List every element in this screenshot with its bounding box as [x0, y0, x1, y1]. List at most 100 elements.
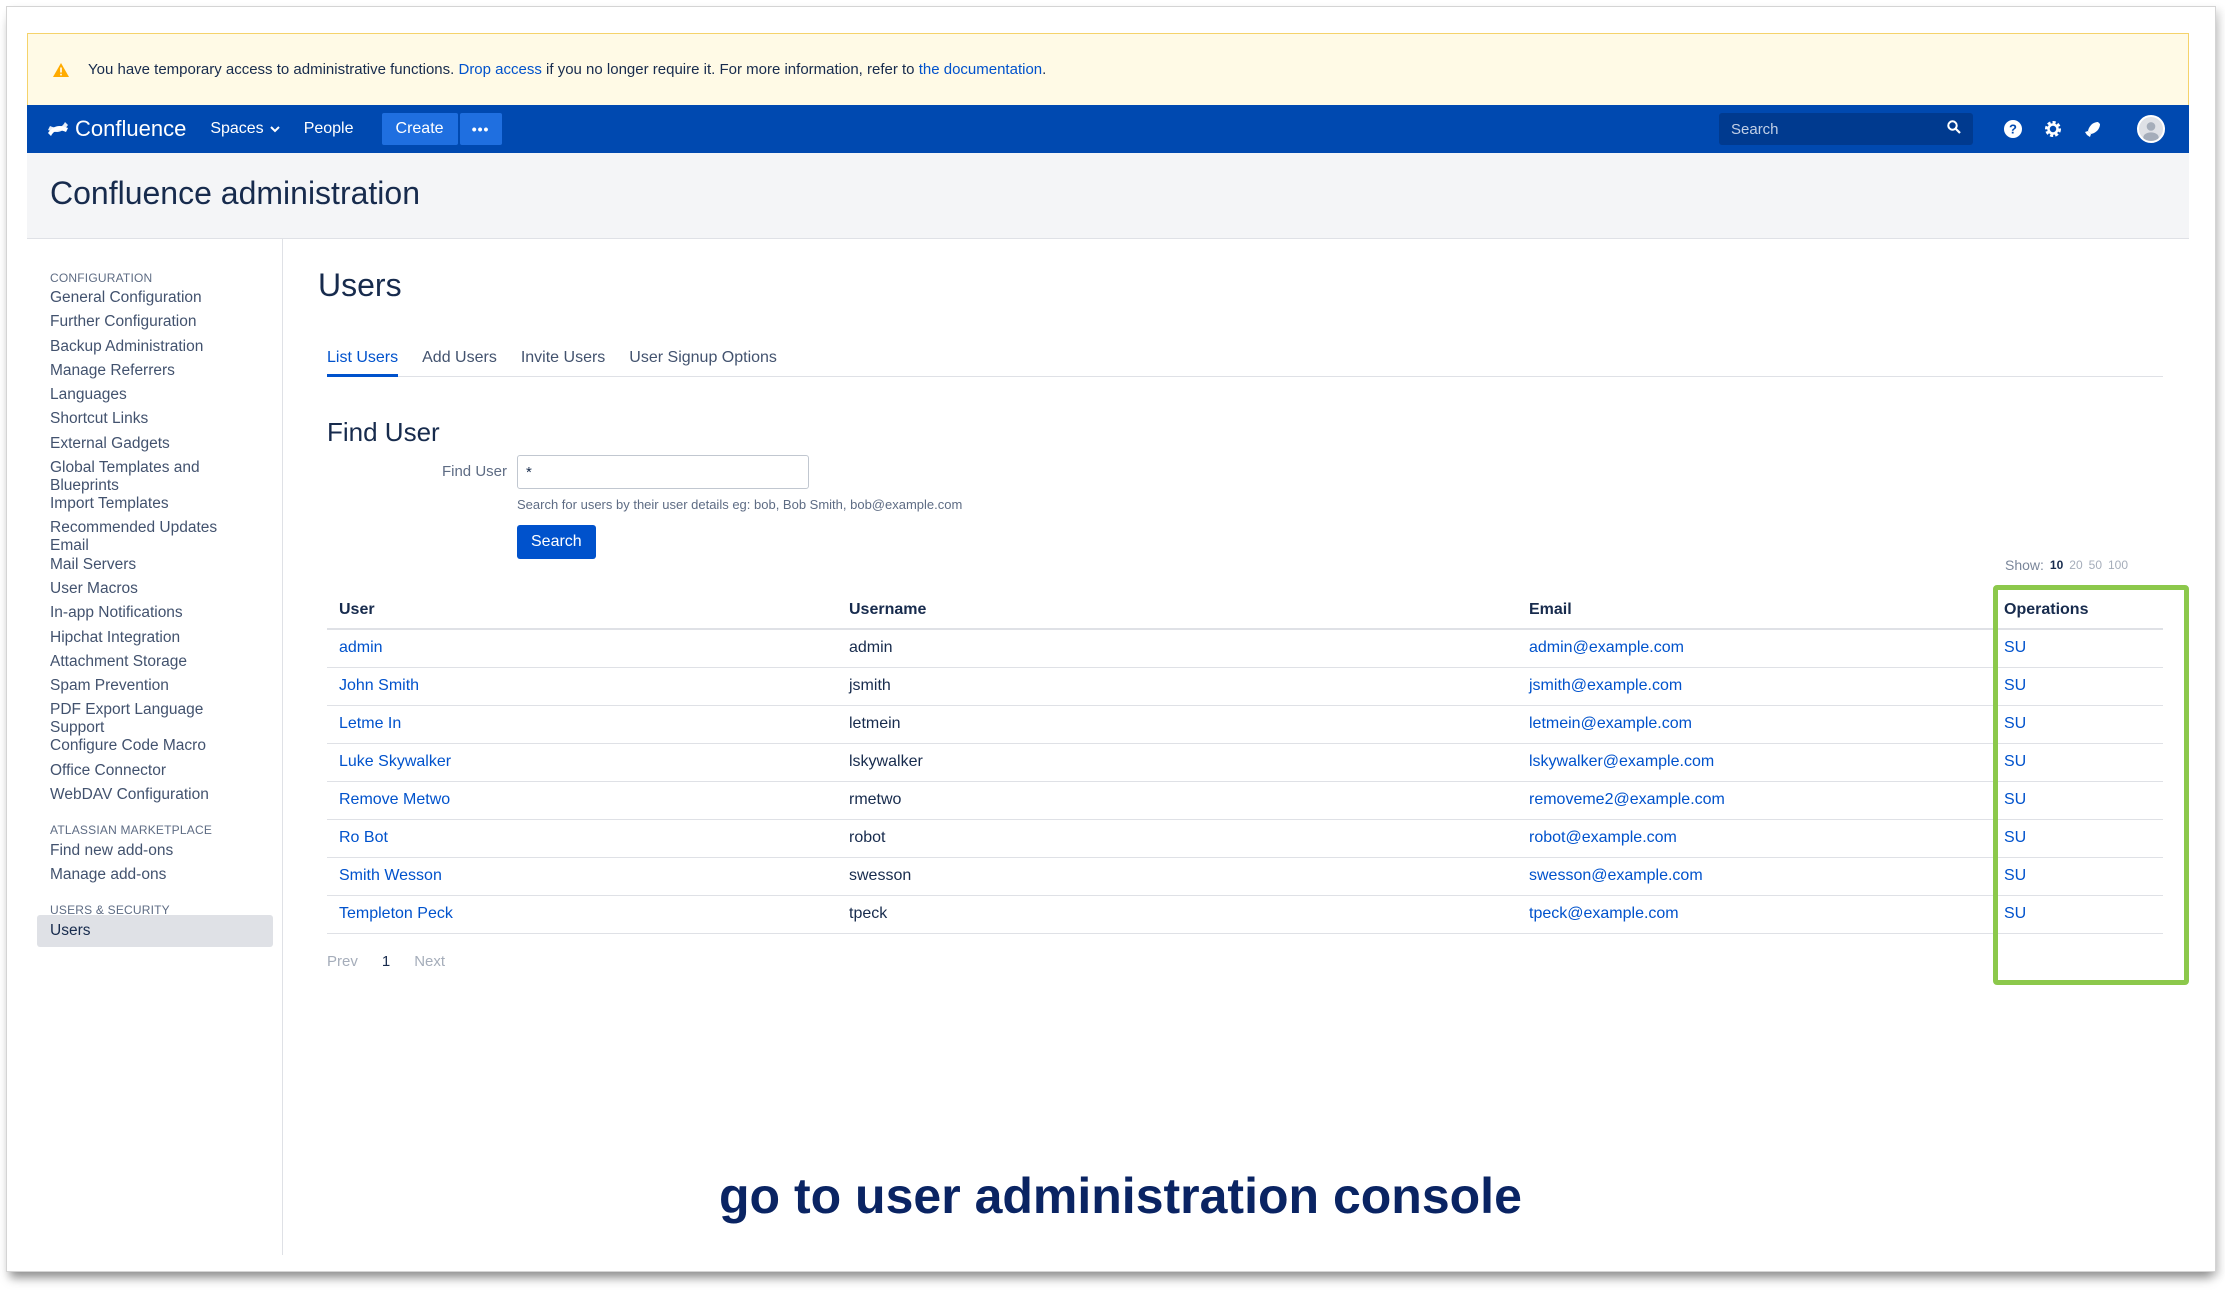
sidebar-item-find-new-add-ons[interactable]: Find new add-ons	[50, 842, 260, 860]
sidebar-item-shortcut-links[interactable]: Shortcut Links	[50, 410, 260, 428]
sidebar-item-general-configuration[interactable]: General Configuration	[50, 289, 260, 307]
admin-sidebar: CONFIGURATION General Configuration Furt…	[27, 239, 283, 1255]
help-icon[interactable]: ?	[2003, 119, 2023, 139]
sidebar-item-configure-code-macro[interactable]: Configure Code Macro	[50, 737, 260, 755]
user-name-link[interactable]: Templeton Peck	[339, 905, 453, 922]
sidebar-item-recommended-updates-email[interactable]: Recommended Updates Email	[50, 519, 240, 555]
user-name-link[interactable]: Remove Metwo	[339, 791, 450, 808]
sidebar-item-global-templates[interactable]: Global Templates and Blueprints	[50, 459, 220, 495]
email-link[interactable]: admin@example.com	[1529, 639, 1684, 656]
user-avatar[interactable]	[2137, 115, 2165, 143]
page-size-selector: Show: 10 20 50 100	[2005, 557, 2128, 573]
show-label: Show:	[2005, 557, 2044, 573]
page-size-option[interactable]: 50	[2089, 558, 2102, 572]
banner-text-middle: if you no longer require it. For more in…	[546, 61, 915, 78]
find-user-title: Find User	[327, 417, 440, 447]
page-title: Confluence administration	[50, 175, 420, 211]
user-name-link[interactable]: Luke Skywalker	[339, 753, 451, 770]
find-user-hint: Search for users by their user details e…	[517, 497, 963, 512]
email-link[interactable]: swesson@example.com	[1529, 867, 1703, 884]
email-link[interactable]: robot@example.com	[1529, 829, 1677, 846]
user-name-link[interactable]: Letme In	[339, 715, 401, 732]
sidebar-item-user-macros[interactable]: User Macros	[50, 580, 260, 598]
user-name-link[interactable]: Smith Wesson	[339, 867, 442, 884]
sidebar-item-languages[interactable]: Languages	[50, 386, 260, 404]
sidebar-item-webdav-configuration[interactable]: WebDAV Configuration	[50, 786, 260, 804]
sidebar-item-spam-prevention[interactable]: Spam Prevention	[50, 677, 260, 695]
sidebar-item-office-connector[interactable]: Office Connector	[50, 762, 260, 780]
table-row: Luke Skywalker lskywalker lskywalker@exa…	[327, 743, 2163, 782]
documentation-link[interactable]: the documentation	[919, 61, 1042, 78]
users-title: Users	[318, 267, 402, 303]
marketplace-heading: ATLASSIAN MARKETPLACE	[50, 823, 213, 837]
sidebar-item-backup-administration[interactable]: Backup Administration	[50, 338, 260, 356]
sidebar-item-pdf-export-language-support[interactable]: PDF Export Language Support	[50, 701, 220, 737]
gear-icon[interactable]	[2043, 119, 2063, 139]
tutorial-caption: go to user administration console	[719, 1168, 1522, 1224]
more-create-button[interactable]: •••	[459, 113, 502, 145]
people-link[interactable]: People	[304, 120, 354, 138]
tab-invite-users[interactable]: Invite Users	[521, 347, 605, 377]
user-tabs: List Users Add Users Invite Users User S…	[327, 347, 2163, 377]
username-cell: robot	[837, 819, 1517, 858]
table-header-row: User Username Email Operations	[327, 591, 2163, 630]
tab-user-signup-options[interactable]: User Signup Options	[629, 347, 777, 377]
chevron-down-icon	[269, 122, 280, 136]
table-row: Remove Metwo rmetwo removeme2@example.co…	[327, 781, 2163, 820]
find-user-input[interactable]	[517, 455, 809, 489]
pagination: Prev 1 Next	[327, 953, 469, 970]
search-placeholder: Search	[1731, 120, 1779, 138]
next-page-link[interactable]: Next	[414, 953, 445, 970]
sidebar-item-external-gadgets[interactable]: External Gadgets	[50, 435, 260, 453]
nav-icon-group: ?	[2003, 105, 2185, 153]
confluence-logo-icon	[48, 122, 68, 136]
spaces-label: Spaces	[210, 120, 264, 137]
prev-page-link[interactable]: Prev	[327, 953, 358, 970]
sidebar-item-hipchat-integration[interactable]: Hipchat Integration	[50, 629, 260, 647]
page-size-option[interactable]: 100	[2108, 558, 2128, 572]
column-header-username: Username	[837, 591, 1517, 630]
top-navigation: Confluence Spaces People Create ••• Sear…	[27, 105, 2189, 153]
user-name-link[interactable]: admin	[339, 639, 383, 656]
email-link[interactable]: letmein@example.com	[1529, 715, 1692, 732]
email-link[interactable]: lskywalker@example.com	[1529, 753, 1714, 770]
table-row: John Smith jsmith jsmith@example.com SU	[327, 667, 2163, 706]
svg-text:?: ?	[2009, 122, 2017, 137]
sidebar-item-import-templates[interactable]: Import Templates	[50, 495, 260, 513]
confluence-logo[interactable]: Confluence	[47, 116, 186, 142]
tab-list-users[interactable]: List Users	[327, 347, 399, 377]
configuration-heading: CONFIGURATION	[50, 271, 153, 285]
sidebar-item-users[interactable]: Users	[37, 915, 273, 947]
column-header-email: Email	[1517, 591, 1992, 630]
email-link[interactable]: tpeck@example.com	[1529, 905, 1679, 922]
username-cell: lskywalker	[837, 743, 1517, 782]
tab-add-users[interactable]: Add Users	[422, 347, 497, 377]
table-row: Smith Wesson swesson swesson@example.com…	[327, 857, 2163, 896]
screenshot-frame: You have temporary access to administrat…	[6, 6, 2216, 1272]
sidebar-item-manage-add-ons[interactable]: Manage add-ons	[50, 866, 260, 884]
admin-header: Confluence administration	[27, 153, 2189, 239]
rocket-icon[interactable]	[2083, 119, 2103, 139]
sidebar-item-manage-referrers[interactable]: Manage Referrers	[50, 362, 260, 380]
sidebar-item-attachment-storage[interactable]: Attachment Storage	[50, 653, 260, 671]
drop-access-link[interactable]: Drop access	[458, 61, 541, 78]
spaces-menu[interactable]: Spaces	[210, 120, 280, 138]
email-link[interactable]: removeme2@example.com	[1529, 791, 1725, 808]
sidebar-item-in-app-notifications[interactable]: In-app Notifications	[50, 604, 260, 622]
confluence-app: You have temporary access to administrat…	[27, 27, 2189, 1255]
create-button[interactable]: Create	[381, 113, 458, 145]
current-page: 1	[381, 953, 391, 970]
username-cell: tpeck	[837, 895, 1517, 934]
operations-highlight-box	[1993, 585, 2189, 985]
username-cell: swesson	[837, 857, 1517, 896]
user-name-link[interactable]: Ro Bot	[339, 829, 388, 846]
sidebar-item-further-configuration[interactable]: Further Configuration	[50, 313, 260, 331]
search-button[interactable]: Search	[517, 525, 596, 559]
search-icon	[1947, 120, 1961, 138]
page-size-option[interactable]: 10	[2050, 558, 2063, 572]
user-name-link[interactable]: John Smith	[339, 677, 419, 694]
email-link[interactable]: jsmith@example.com	[1529, 677, 1682, 694]
search-input[interactable]: Search	[1719, 113, 1973, 145]
page-size-option[interactable]: 20	[2069, 558, 2082, 572]
sidebar-item-mail-servers[interactable]: Mail Servers	[50, 556, 260, 574]
